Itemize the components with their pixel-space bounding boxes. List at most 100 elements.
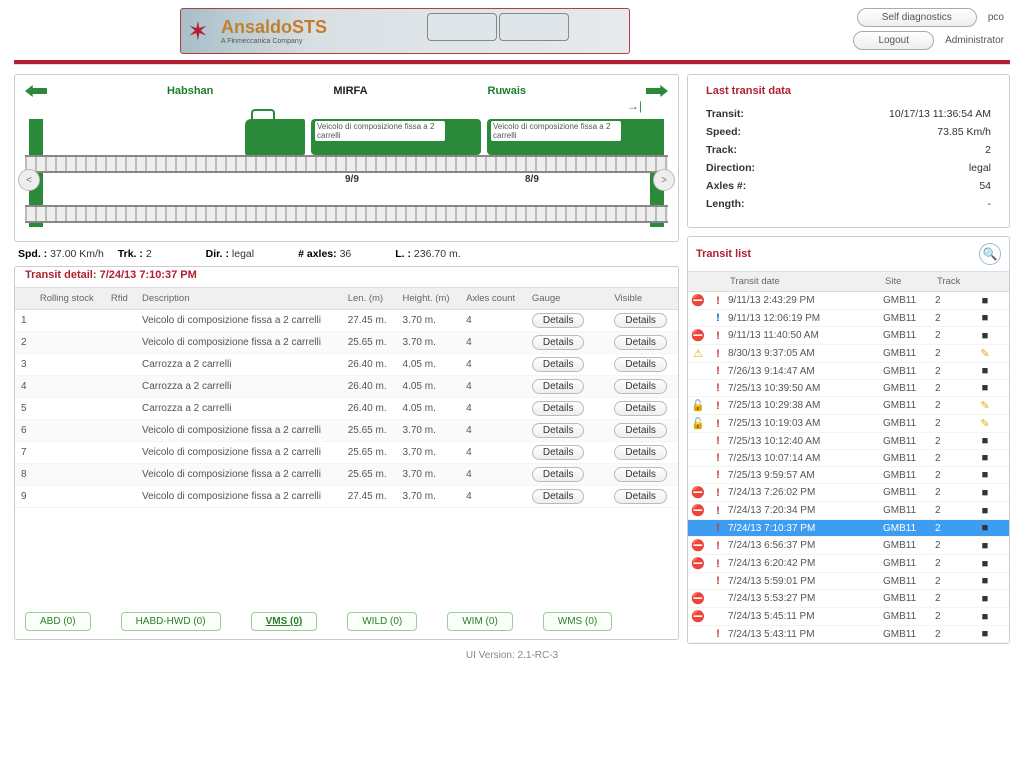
diagram-next-button[interactable]: > — [653, 169, 675, 191]
details-button[interactable]: Details — [614, 357, 667, 372]
details-button[interactable]: Details — [532, 313, 585, 328]
transit-track: 2 — [935, 558, 975, 569]
transit-date: 7/25/13 10:39:50 AM — [728, 383, 883, 394]
tab-abd[interactable]: ABD (0) — [25, 612, 91, 631]
details-button[interactable]: Details — [614, 335, 667, 350]
details-button[interactable]: Details — [614, 467, 667, 482]
tab-wim[interactable]: WIM (0) — [447, 612, 513, 631]
excl-icon: ! — [708, 382, 728, 394]
excl-icon: ! — [708, 505, 728, 517]
tlist-col-header: Site — [883, 272, 935, 291]
transit-row[interactable]: !7/25/13 10:07:14 AMGMB112■ — [688, 450, 1009, 467]
transit-date: 7/25/13 10:07:14 AM — [728, 453, 883, 464]
transit-row[interactable]: !7/24/13 5:43:11 PMGMB112■ — [688, 626, 1009, 643]
logo-icon: ✶ — [187, 15, 219, 47]
table-row: 1Veicolo di composizione fissa a 2 carre… — [15, 310, 678, 332]
vehicle-col-header: Len. (m) — [342, 288, 397, 310]
tab-wild[interactable]: WILD (0) — [347, 612, 417, 631]
transit-date: 7/25/13 10:29:38 AM — [728, 400, 883, 411]
bk-icon: ■ — [975, 435, 995, 447]
details-button[interactable]: Details — [614, 445, 667, 460]
lock-icon: 🔓 — [688, 399, 708, 412]
transit-row[interactable]: 🔓!7/25/13 10:29:38 AMGMB112✎ — [688, 397, 1009, 415]
transit-row[interactable]: ⛔!7/24/13 7:26:02 PMGMB112■ — [688, 484, 1009, 502]
details-button[interactable]: Details — [532, 357, 585, 372]
tab-vms[interactable]: VMS (0) — [251, 612, 318, 631]
transit-row[interactable]: !7/26/13 9:14:47 AMGMB112■ — [688, 363, 1009, 380]
transit-date: 7/24/13 5:45:11 PM — [728, 611, 883, 622]
wagon-label: Veicolo di composizione fissa a 2 carrel… — [491, 121, 621, 141]
transit-row[interactable]: ⛔!7/24/13 7:20:34 PMGMB112■ — [688, 502, 1009, 520]
excl-icon: ! — [708, 435, 728, 447]
diagram-prev-button[interactable]: < — [18, 169, 40, 191]
transit-site: GMB11 — [883, 540, 935, 551]
tlist-col-header — [708, 272, 728, 291]
logout-button[interactable]: Logout — [853, 31, 934, 50]
transit-row[interactable]: ⚠!8/30/13 9:37:05 AMGMB112✎ — [688, 345, 1009, 363]
details-button[interactable]: Details — [532, 489, 585, 504]
transit-date: 7/24/13 7:26:02 PM — [728, 487, 883, 498]
wagon-label: Veicolo di composizione fissa a 2 carrel… — [315, 121, 445, 141]
search-icon[interactable]: 🔍 — [979, 243, 1001, 265]
transit-summary: Spd. : 37.00 Km/h Trk. : 2 Dir. : legal … — [14, 242, 679, 266]
transit-site: GMB11 — [883, 313, 935, 324]
details-button[interactable]: Details — [532, 423, 585, 438]
excl-icon: ! — [708, 295, 728, 307]
err-icon: ⛔ — [688, 592, 708, 605]
details-button[interactable]: Details — [532, 401, 585, 416]
last-transit-title: Last transit data — [706, 85, 991, 97]
transit-row[interactable]: ⛔!7/24/13 6:20:42 PMGMB112■ — [688, 555, 1009, 573]
excl-icon: ! — [708, 487, 728, 499]
bk-icon: ■ — [975, 365, 995, 377]
details-button[interactable]: Details — [614, 313, 667, 328]
transit-site: GMB11 — [883, 436, 935, 447]
transit-row[interactable]: ⛔!7/24/13 6:56:37 PMGMB112■ — [688, 537, 1009, 555]
transit-track: 2 — [935, 330, 975, 341]
excl-icon: ! — [708, 330, 728, 342]
transit-row[interactable]: ⛔7/24/13 5:53:27 PMGMB112■ — [688, 590, 1009, 608]
vehicle-col-header — [595, 288, 608, 310]
transit-date: 7/24/13 5:59:01 PM — [728, 576, 883, 587]
vehicle-col-header: Gauge — [526, 288, 596, 310]
details-button[interactable]: Details — [614, 379, 667, 394]
transit-row[interactable]: !9/11/13 12:06:19 PMGMB112■ — [688, 310, 1009, 327]
details-button[interactable]: Details — [532, 335, 585, 350]
details-button[interactable]: Details — [532, 379, 585, 394]
tlist-col-header — [688, 272, 708, 291]
details-button[interactable]: Details — [614, 489, 667, 504]
transit-row[interactable]: 🔓!7/25/13 10:19:03 AMGMB112✎ — [688, 415, 1009, 433]
err-icon: ⛔ — [688, 504, 708, 517]
self-diagnostics-button[interactable]: Self diagnostics — [857, 8, 977, 27]
tab-habd-hwd[interactable]: HABD-HWD (0) — [121, 612, 221, 631]
transit-row[interactable]: !7/25/13 9:59:57 AMGMB112■ — [688, 467, 1009, 484]
transit-site: GMB11 — [883, 487, 935, 498]
transit-row[interactable]: ⛔!9/11/13 11:40:50 AMGMB112■ — [688, 327, 1009, 345]
transit-site: GMB11 — [883, 330, 935, 341]
details-button[interactable]: Details — [614, 401, 667, 416]
transit-track: 2 — [935, 453, 975, 464]
dest-center: MIRFA — [333, 85, 367, 97]
transit-date: 9/11/13 11:40:50 AM — [728, 330, 883, 341]
transit-row[interactable]: ⛔!9/11/13 2:43:29 PMGMB112■ — [688, 292, 1009, 310]
excl-icon: ! — [708, 540, 728, 552]
err-icon: ⛔ — [688, 557, 708, 570]
logo-subtitle: A Finmeccanica Company — [221, 38, 327, 45]
table-row: 3Carrozza a 2 carrelli26.40 m.4.05 m.4De… — [15, 354, 678, 376]
transit-row[interactable]: ⛔7/24/13 5:45:11 PMGMB112■ — [688, 608, 1009, 626]
details-button[interactable]: Details — [532, 445, 585, 460]
transit-date: 7/24/13 7:20:34 PM — [728, 505, 883, 516]
table-row: 5Carrozza a 2 carrelli26.40 m.4.05 m.4De… — [15, 398, 678, 420]
dest-left: Habshan — [167, 85, 213, 97]
wagon-icon: Veicolo di composizione fissa a 2 carrel… — [487, 119, 657, 155]
bk-icon: ■ — [975, 505, 995, 517]
transit-row[interactable]: !7/25/13 10:39:50 AMGMB112■ — [688, 380, 1009, 397]
tab-wms[interactable]: WMS (0) — [543, 612, 612, 631]
transit-row[interactable]: !7/24/13 7:10:37 PMGMB112■ — [688, 520, 1009, 537]
transit-date: 7/24/13 6:56:37 PM — [728, 540, 883, 551]
details-button[interactable]: Details — [532, 467, 585, 482]
err-icon: ⛔ — [688, 610, 708, 623]
excl-icon: ! — [708, 400, 728, 412]
transit-row[interactable]: !7/25/13 10:12:40 AMGMB112■ — [688, 433, 1009, 450]
transit-row[interactable]: !7/24/13 5:59:01 PMGMB112■ — [688, 573, 1009, 590]
details-button[interactable]: Details — [614, 423, 667, 438]
